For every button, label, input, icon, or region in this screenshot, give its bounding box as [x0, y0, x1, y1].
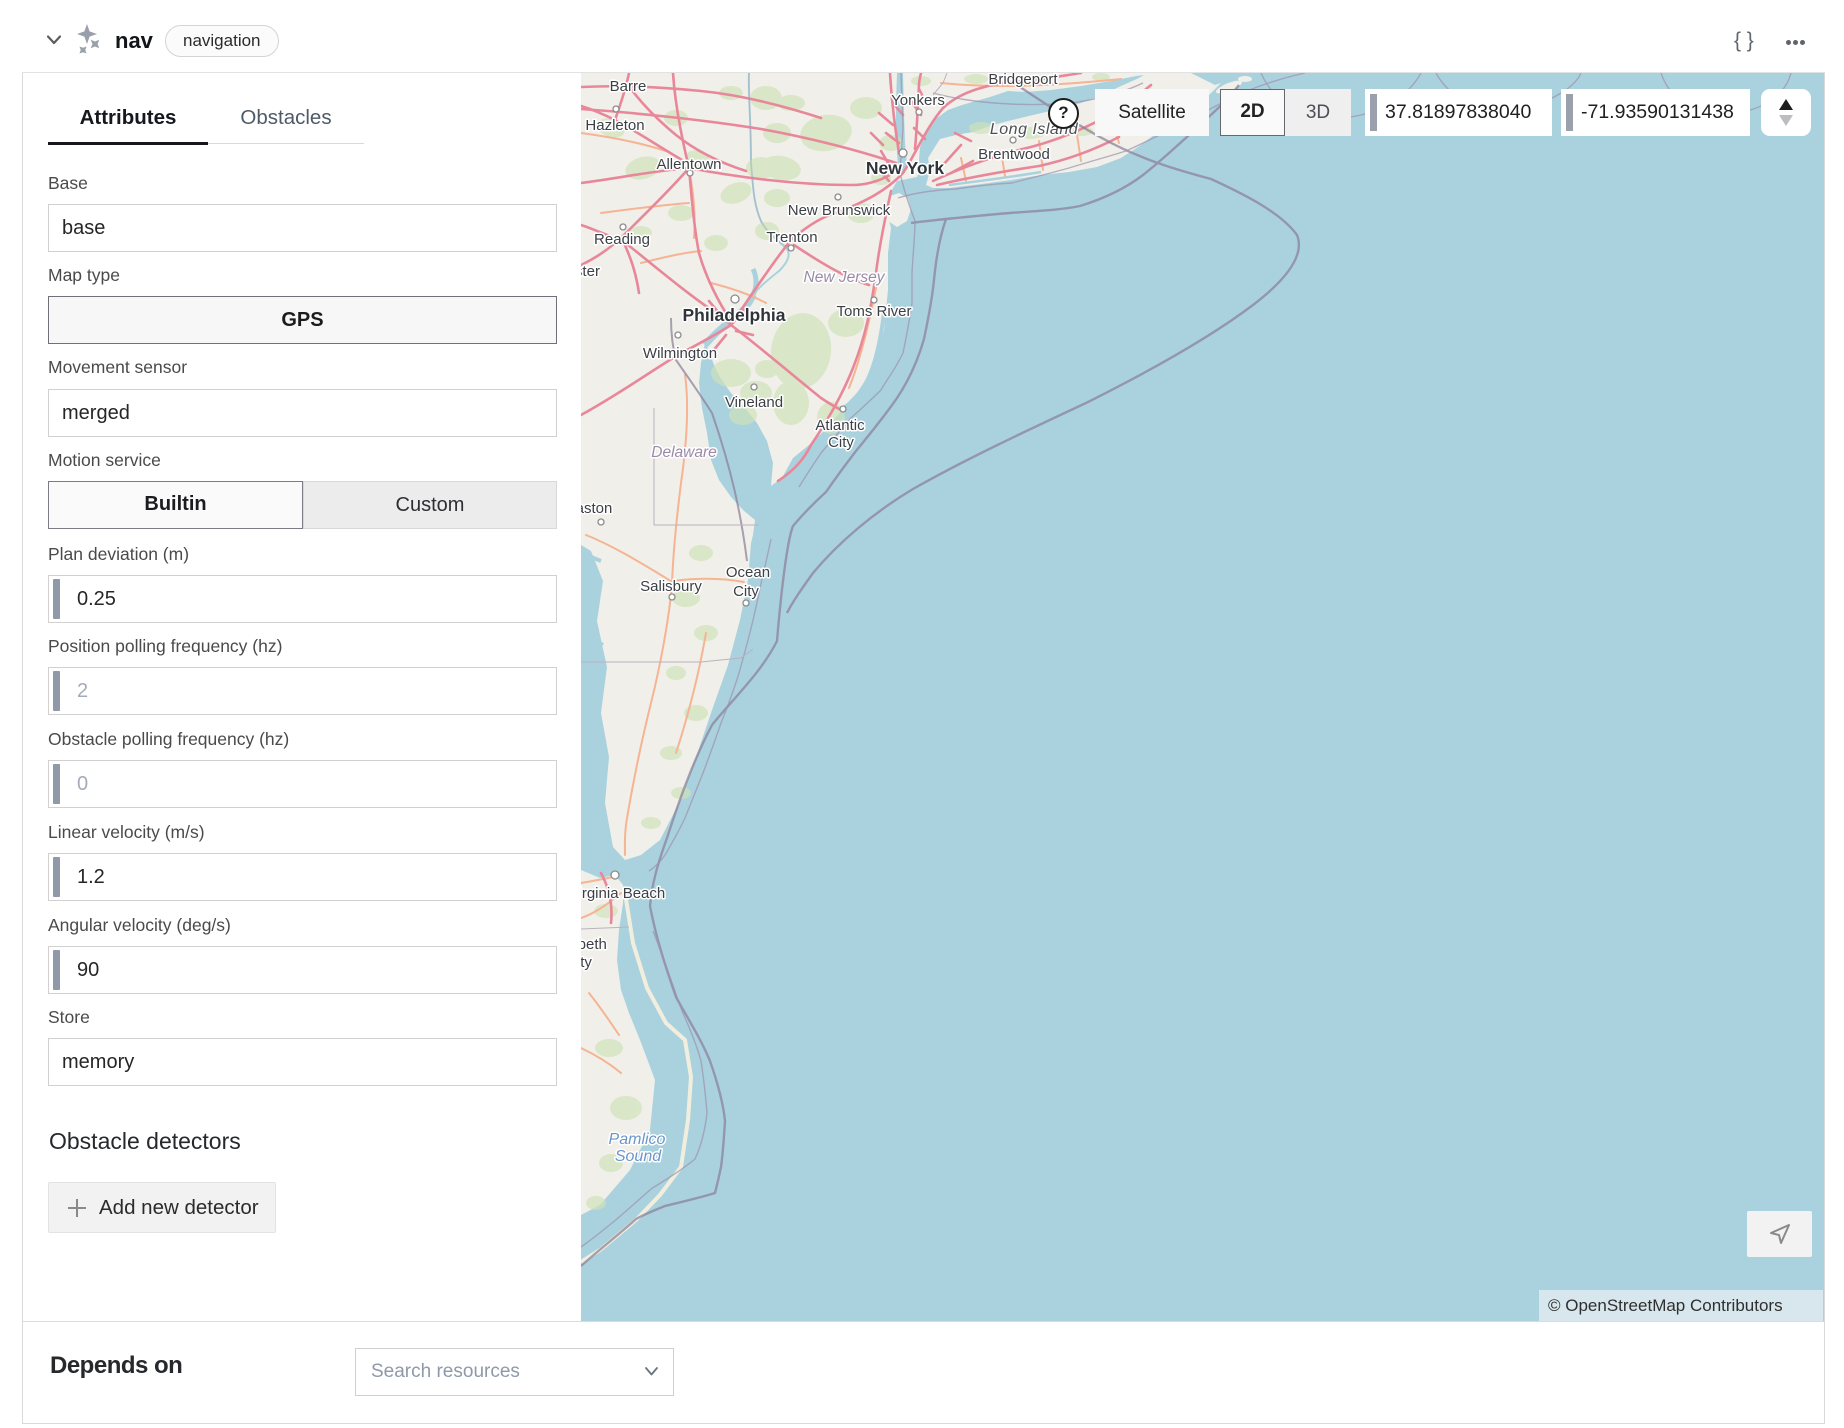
- svg-text:Reading: Reading: [594, 231, 650, 248]
- svg-text:Lancaster: Lancaster: [581, 263, 600, 280]
- svg-text:Salisbury: Salisbury: [640, 578, 702, 595]
- svg-text:Bridgeport: Bridgeport: [988, 73, 1058, 88]
- svg-text:Philadelphia: Philadelphia: [682, 305, 785, 325]
- svg-text:Trenton: Trenton: [766, 229, 817, 246]
- svg-text:Brentwood: Brentwood: [978, 146, 1050, 163]
- svg-text:City: City: [828, 434, 854, 451]
- svg-text:Easton: Easton: [581, 500, 612, 517]
- svg-text:Hazleton: Hazleton: [585, 117, 644, 134]
- svg-text:Allentown: Allentown: [656, 156, 721, 173]
- svg-text:Wilmington: Wilmington: [643, 345, 717, 362]
- svg-text:Yonkers: Yonkers: [891, 92, 945, 109]
- svg-text:Ocean: Ocean: [726, 564, 770, 581]
- svg-text:Sound: Sound: [615, 1148, 662, 1165]
- svg-text:Elizabeth: Elizabeth: [581, 936, 607, 953]
- svg-text:Virginia Beach: Virginia Beach: [581, 885, 665, 902]
- svg-text:Toms River: Toms River: [836, 303, 911, 320]
- svg-text:Atlantic: Atlantic: [815, 417, 865, 434]
- svg-text:Vineland: Vineland: [725, 394, 783, 411]
- svg-text:Pamlico: Pamlico: [609, 1131, 666, 1148]
- svg-text:Barre: Barre: [610, 78, 647, 95]
- svg-text:Delaware: Delaware: [651, 444, 717, 461]
- svg-text:City: City: [581, 954, 592, 971]
- svg-text:City: City: [733, 583, 759, 600]
- svg-text:New Brunswick: New Brunswick: [788, 202, 891, 219]
- svg-text:New Jersey: New Jersey: [804, 269, 886, 286]
- svg-text:New York: New York: [866, 158, 944, 178]
